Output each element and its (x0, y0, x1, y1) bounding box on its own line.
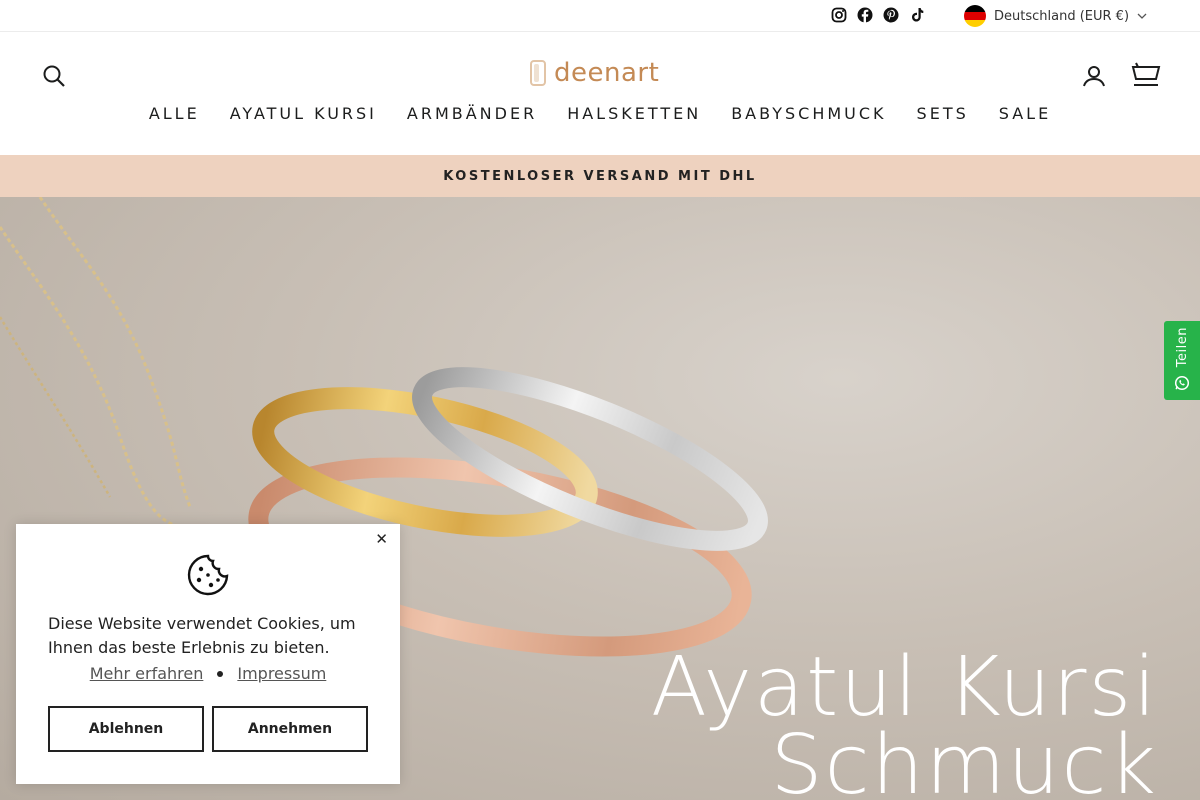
country-currency-selector[interactable]: Deutschland (EUR €) (964, 4, 1147, 28)
nav-item-ayatul-kursi[interactable]: AYATUL KURSI (230, 104, 377, 123)
separator-dot (217, 670, 224, 677)
facebook-icon[interactable] (856, 6, 874, 24)
germany-flag-icon (964, 5, 986, 27)
announcement-bar: KOSTENLOSER VERSAND MIT DHL (0, 155, 1200, 197)
logo-text: deenart (554, 58, 660, 88)
instagram-icon[interactable] (830, 6, 848, 24)
close-icon[interactable]: ✕ (375, 530, 388, 548)
decline-button[interactable]: Ablehnen (48, 706, 204, 752)
cart-icon[interactable] (1130, 60, 1162, 90)
hero-title-line1: Ayatul Kursi (650, 640, 1158, 735)
account-icon[interactable] (1080, 62, 1108, 90)
tiktok-icon[interactable] (908, 6, 926, 24)
hero-title: Ayatul Kursi Schmuck (650, 640, 1158, 800)
hero-title-line2: Schmuck (770, 718, 1158, 800)
nav-item-sale[interactable]: SALE (999, 104, 1051, 123)
learn-more-link[interactable]: Mehr erfahren (90, 664, 204, 683)
cookie-message: Diese Website verwendet Cookies, um Ihne… (48, 614, 356, 657)
cookie-consent-banner: ✕ Diese Website verwendet Cookies, um Ih… (16, 524, 400, 784)
accept-button[interactable]: Annehmen (212, 706, 368, 752)
whatsapp-share-button[interactable]: Teilen (1164, 321, 1200, 400)
nav-item-halsketten[interactable]: HALSKETTEN (567, 104, 701, 123)
top-utility-bar: Deutschland (EUR €) (0, 0, 1200, 32)
locale-label: Deutschland (EUR €) (994, 8, 1130, 24)
nav-item-alle[interactable]: ALLE (149, 104, 200, 123)
share-label: Teilen (1174, 327, 1190, 368)
nav-item-armbaender[interactable]: ARMBÄNDER (407, 104, 537, 123)
social-links (830, 6, 926, 24)
imprint-link[interactable]: Impressum (237, 664, 326, 683)
whatsapp-icon (1174, 376, 1190, 391)
logo-mark-icon (530, 60, 546, 86)
cookie-icon (187, 554, 229, 596)
main-navigation: ALLE AYATUL KURSI ARMBÄNDER HALSKETTEN B… (0, 104, 1200, 123)
site-logo[interactable]: deenart (528, 58, 659, 88)
site-header: deenart ALLE AYATUL KURSI ARMBÄNDER HALS… (0, 32, 1200, 155)
pinterest-icon[interactable] (882, 6, 900, 24)
search-icon[interactable] (40, 62, 68, 90)
announcement-text: KOSTENLOSER VERSAND MIT DHL (443, 168, 757, 184)
cookie-links: Mehr erfahren Impressum (16, 664, 400, 683)
nav-item-babyschmuck[interactable]: BABYSCHMUCK (731, 104, 886, 123)
nav-item-sets[interactable]: SETS (917, 104, 969, 123)
chevron-down-icon (1137, 13, 1147, 19)
